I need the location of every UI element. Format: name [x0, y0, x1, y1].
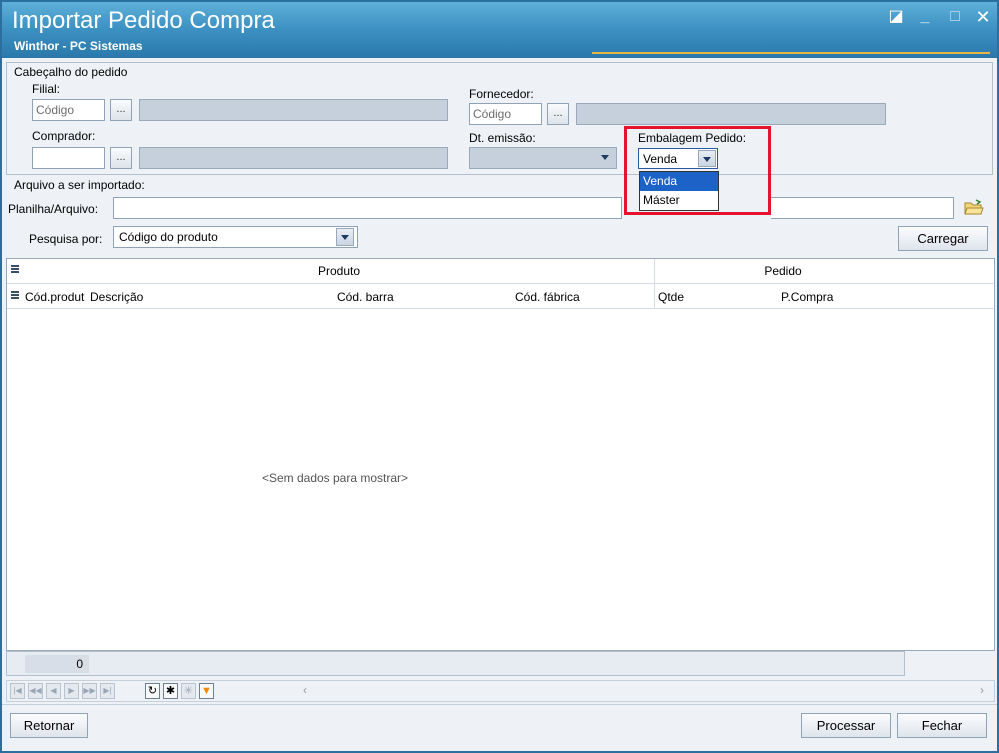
- planilha-label: Planilha/Arquivo:: [8, 202, 99, 216]
- col-cod-produto[interactable]: Cód.produto: [25, 290, 85, 304]
- pesquisa-dropdown-icon[interactable]: [336, 228, 354, 246]
- col-descricao[interactable]: Descrição: [90, 290, 143, 304]
- carregar-button[interactable]: Carregar: [898, 226, 988, 251]
- nav-prev-icon[interactable]: ◀: [46, 683, 61, 699]
- grid-navigator: |◀ ◀◀ ◀ ▶ ▶▶ ▶| ↻ ✱ ✳ ▼ ‹ ›: [6, 680, 995, 702]
- grid-header-row: Cód.produto Descrição Cód. barra Cód. fá…: [7, 284, 994, 309]
- grid-footer-row: 0: [6, 651, 905, 676]
- open-folder-icon[interactable]: [964, 199, 984, 216]
- retornar-button[interactable]: Retornar: [10, 713, 88, 738]
- filial-label: Filial:: [32, 82, 61, 96]
- grid-menu-icon[interactable]: [11, 265, 19, 275]
- filial-name-field: [139, 99, 448, 121]
- nav-next-icon[interactable]: ▶: [64, 683, 79, 699]
- items-grid: Produto Pedido Cód.produto Descrição Cód…: [6, 258, 995, 651]
- planilha-input[interactable]: [113, 197, 622, 219]
- footer-count: 0: [25, 655, 89, 673]
- fornecedor-code-input[interactable]: Código: [469, 103, 542, 125]
- window-title: Importar Pedido Compra: [12, 7, 275, 34]
- comprador-code-input[interactable]: [32, 147, 105, 169]
- planilha-input-right[interactable]: [771, 197, 954, 219]
- filial-code-input[interactable]: Código: [32, 99, 105, 121]
- maximize-icon[interactable]: □: [944, 6, 966, 28]
- nav-next-page-icon[interactable]: ▶▶: [82, 683, 97, 699]
- pesquisa-label: Pesquisa por:: [29, 232, 103, 246]
- nav-last-icon[interactable]: ▶|: [100, 683, 115, 699]
- filial-lookup-button[interactable]: ...: [110, 99, 132, 121]
- col-p-compra[interactable]: P.Compra: [781, 290, 833, 304]
- band-pedido: Pedido: [764, 264, 802, 278]
- title-bar: Importar Pedido Compra Winthor - PC Sist…: [2, 2, 997, 58]
- fechar-button[interactable]: Fechar: [897, 713, 987, 738]
- comprador-lookup-button[interactable]: ...: [110, 147, 132, 169]
- grid-band-row: Produto Pedido: [7, 259, 994, 284]
- nav-refresh-icon[interactable]: ↻: [145, 683, 160, 699]
- band-produto: Produto: [317, 264, 361, 278]
- col-qtde[interactable]: Qtde: [658, 290, 684, 304]
- nav-first-icon[interactable]: |◀: [10, 683, 25, 699]
- highlight-box: [624, 126, 771, 215]
- pesquisa-select[interactable]: Código do produto: [113, 226, 358, 248]
- dt-emissao-label: Dt. emissão:: [469, 131, 536, 145]
- column-chooser-icon[interactable]: [11, 291, 19, 301]
- nav-delete-icon[interactable]: ✳: [181, 683, 196, 699]
- fornecedor-label: Fornecedor:: [469, 87, 534, 101]
- col-cod-barra[interactable]: Cód. barra: [337, 290, 394, 304]
- empty-grid-message: <Sem dados para mostrar>: [261, 471, 409, 485]
- comprador-label: Comprador:: [32, 129, 96, 143]
- fornecedor-name-field: [576, 103, 886, 125]
- scroll-right-icon[interactable]: ›: [980, 683, 984, 697]
- scroll-left-icon[interactable]: ‹: [303, 683, 307, 697]
- window-subtitle: Winthor - PC Sistemas: [14, 39, 143, 53]
- dt-emissao-dropdown-icon[interactable]: [597, 149, 615, 167]
- cabecalho-label: Cabeçalho do pedido: [14, 65, 128, 79]
- restore-icon[interactable]: ◪: [885, 6, 907, 28]
- minimize-icon[interactable]: _: [914, 6, 936, 28]
- processar-button[interactable]: Processar: [801, 713, 891, 738]
- bottom-bar: Retornar Processar Fechar: [2, 704, 997, 751]
- dt-emissao-input[interactable]: [469, 147, 617, 169]
- title-accent-line: [592, 52, 990, 54]
- comprador-name-field: [139, 147, 448, 169]
- nav-insert-icon[interactable]: ✱: [163, 683, 178, 699]
- nav-filter-icon[interactable]: ▼: [199, 683, 214, 699]
- col-cod-fabrica[interactable]: Cód. fábrica: [515, 290, 580, 304]
- arquivo-label: Arquivo a ser importado:: [14, 178, 145, 192]
- fornecedor-lookup-button[interactable]: ...: [547, 103, 569, 125]
- importar-pedido-window: Importar Pedido Compra Winthor - PC Sist…: [0, 0, 999, 753]
- nav-prev-page-icon[interactable]: ◀◀: [28, 683, 43, 699]
- close-icon[interactable]: ✕: [972, 6, 994, 28]
